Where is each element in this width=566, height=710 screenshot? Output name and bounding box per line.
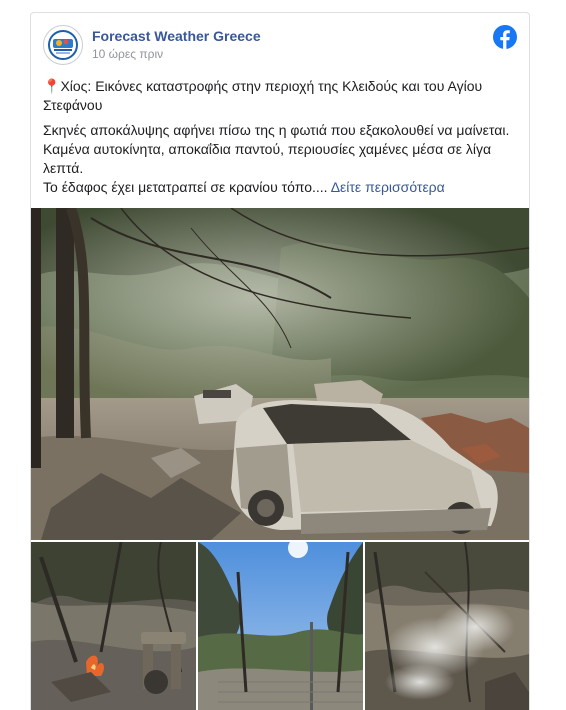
post-title-text: 📍Χίος: Εικόνες καταστροφής στην περιοχή … <box>43 77 517 115</box>
page-name-link[interactable]: Forecast Weather Greece <box>92 28 261 44</box>
page-avatar[interactable] <box>43 25 83 65</box>
post-body-tail: Το έδαφος έχει μετατραπεί σε κρανίου τόπ… <box>43 179 328 195</box>
pin-icon: 📍 <box>43 78 61 94</box>
post-timestamp[interactable]: 10 ώρες πριν <box>92 47 163 61</box>
post-body-text: Σκηνές αποκάλυψης αφήνει πίσω της η φωτι… <box>43 121 517 197</box>
burned-ground-fire-photo[interactable] <box>31 542 196 710</box>
post-title: Χίος: Εικόνες καταστροφής στην περιοχή τ… <box>43 78 483 113</box>
burned-cars-forest-photo[interactable] <box>31 208 529 540</box>
post-body-line: Το έδαφος έχει μετατραπεί σε κρανίου τόπ… <box>43 178 517 197</box>
see-more-link[interactable]: Δείτε περισσότερα <box>331 179 445 195</box>
post-card: Forecast Weather Greece 10 ώρες πριν 📍Χί… <box>30 12 530 710</box>
burned-forest-sky-photo[interactable] <box>198 542 363 710</box>
smoking-ground-photo[interactable] <box>365 542 529 710</box>
weather-logo-icon <box>46 28 80 62</box>
post-header: Forecast Weather Greece 10 ώρες πριν <box>43 25 517 65</box>
post-body-paragraph: Σκηνές αποκάλυψης αφήνει πίσω της η φωτι… <box>43 122 510 176</box>
facebook-icon[interactable] <box>493 25 517 49</box>
